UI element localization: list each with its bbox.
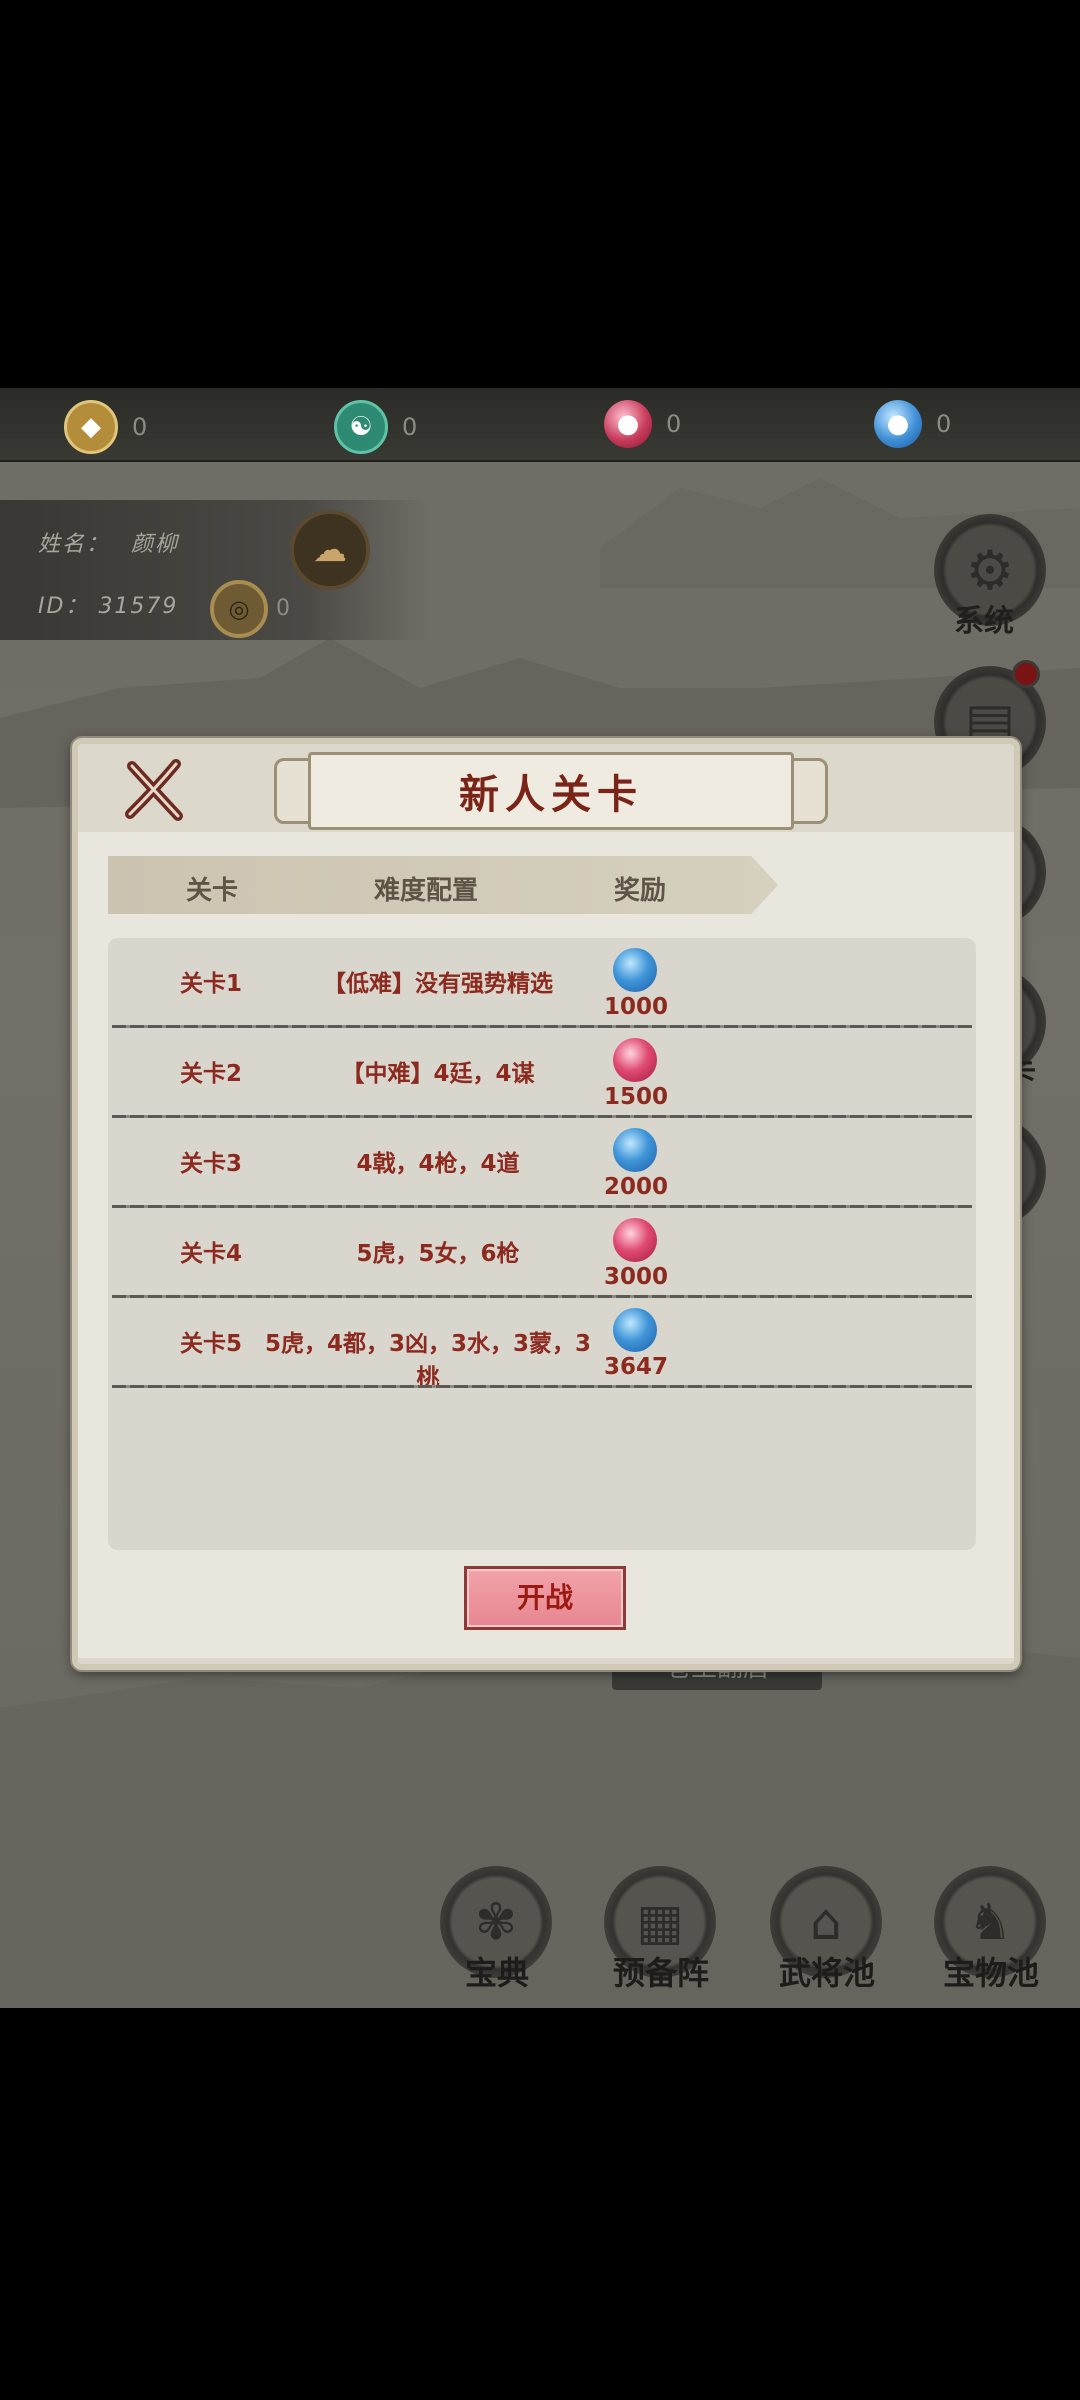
currency-coin-icon: ◎ [210, 580, 268, 638]
dragon-icon: ♞ [967, 1893, 1013, 1951]
nav-label: 宝典 [464, 1954, 529, 1992]
resource-value: 0 [402, 413, 418, 441]
name-label: 姓名： [38, 532, 111, 557]
resource-blue-orb: ● 0 [874, 400, 951, 448]
table-row[interactable]: 关卡4 5虎，5女，6枪 3000 [108, 1208, 976, 1298]
nav-label: 武将池 [778, 1954, 875, 1992]
resource-value: 0 [132, 413, 148, 441]
blue-orb-icon [613, 1308, 657, 1352]
pavilion-icon: ⌂ [810, 1893, 842, 1951]
reward-amount: 3000 [603, 1264, 668, 1290]
blue-orb-icon [613, 948, 657, 992]
resource-bar: ◆ 0 ☯ 0 ● 0 ● 0 [0, 388, 1080, 462]
grid-icon: ▦ [636, 1893, 684, 1951]
table-row[interactable]: 关卡5 5虎，4都，3凶，3水，3蒙，3桃 3647 [108, 1298, 976, 1391]
avatar[interactable]: ☁ [290, 510, 370, 590]
start-battle-button[interactable]: 开战 [464, 1566, 626, 1630]
config-cell: 5虎，5女，6枪 [356, 1241, 520, 1267]
blue-orb-icon [613, 1128, 657, 1172]
gear-icon: ⚙ [965, 538, 1015, 602]
stage-cell: 关卡3 [180, 1151, 243, 1177]
coin-icon: ◆ [64, 400, 118, 454]
dialog-title: 新人关卡 [459, 771, 643, 818]
reward-amount: 1500 [603, 1084, 668, 1110]
nav-label: 预备阵 [612, 1954, 709, 1992]
system-label: 系统 [954, 604, 1014, 639]
config-cell: 4戟，4枪，4道 [356, 1151, 520, 1177]
newbie-stage-dialog: 新人关卡 关卡 难度配置 奖励 关卡1 【低难】没有强势精选 1000 关卡2 … [72, 738, 1020, 1670]
config-cell: 【低难】没有强势精选 [323, 971, 553, 997]
resource-coin: ◆ 0 [64, 400, 147, 454]
jade-dragon-icon: ☯ [334, 400, 388, 454]
nav-label: 宝物池 [942, 1954, 1039, 1992]
title-plate: 新人关卡 [308, 752, 794, 830]
red-orb-icon: ● [604, 400, 652, 448]
avatar-icon: ☁ [313, 530, 347, 570]
profile-panel[interactable]: 姓名： 颜柳 ID： 31579 ☁ ◎ 0 [0, 500, 430, 640]
close-icon[interactable] [122, 758, 186, 822]
currency-value: 0 [276, 596, 290, 621]
blue-orb-icon: ● [874, 400, 922, 448]
stage-cell: 关卡4 [180, 1241, 243, 1267]
config-cell: 【中难】4廷，4谋 [341, 1061, 535, 1087]
resource-value: 0 [936, 410, 952, 438]
notification-dot [1012, 660, 1040, 688]
resource-red-orb: ● 0 [604, 400, 681, 448]
stage-list: 关卡1 【低难】没有强势精选 1000 关卡2 【中难】4廷，4谋 1500 关… [108, 938, 976, 1550]
red-orb-icon [613, 1038, 657, 1082]
header-stage: 关卡 [186, 876, 239, 906]
resource-jade: ☯ 0 [334, 400, 417, 454]
reward-amount: 1000 [603, 994, 668, 1020]
header-reward: 奖励 [614, 876, 667, 906]
name-value: 颜柳 [131, 532, 180, 557]
id-value: 31579 [98, 594, 179, 619]
name-line: 姓名： 颜柳 [38, 526, 179, 558]
reward-amount: 2000 [603, 1174, 668, 1200]
resource-value: 0 [666, 410, 682, 438]
id-label: ID： [38, 594, 90, 619]
table-row[interactable]: 关卡2 【中难】4廷，4谋 1500 [108, 1028, 976, 1118]
stage-cell: 关卡1 [180, 971, 243, 997]
stage-cell: 关卡2 [180, 1061, 243, 1087]
config-cell: 5虎，4都，3凶，3水，3蒙，3桃 [264, 1331, 592, 1391]
row-divider [112, 1385, 972, 1388]
reward-amount: 3647 [603, 1354, 668, 1380]
red-orb-icon [613, 1218, 657, 1262]
fan-icon: ✾ [475, 1893, 517, 1951]
table-row[interactable]: 关卡1 【低难】没有强势精选 1000 [108, 938, 976, 1028]
table-header: 关卡 难度配置 奖励 [108, 856, 778, 914]
table-row[interactable]: 关卡3 4戟，4枪，4道 2000 [108, 1118, 976, 1208]
header-config: 难度配置 [374, 876, 479, 906]
id-line: ID： 31579 [38, 588, 178, 620]
stage-cell: 关卡5 [180, 1331, 243, 1357]
